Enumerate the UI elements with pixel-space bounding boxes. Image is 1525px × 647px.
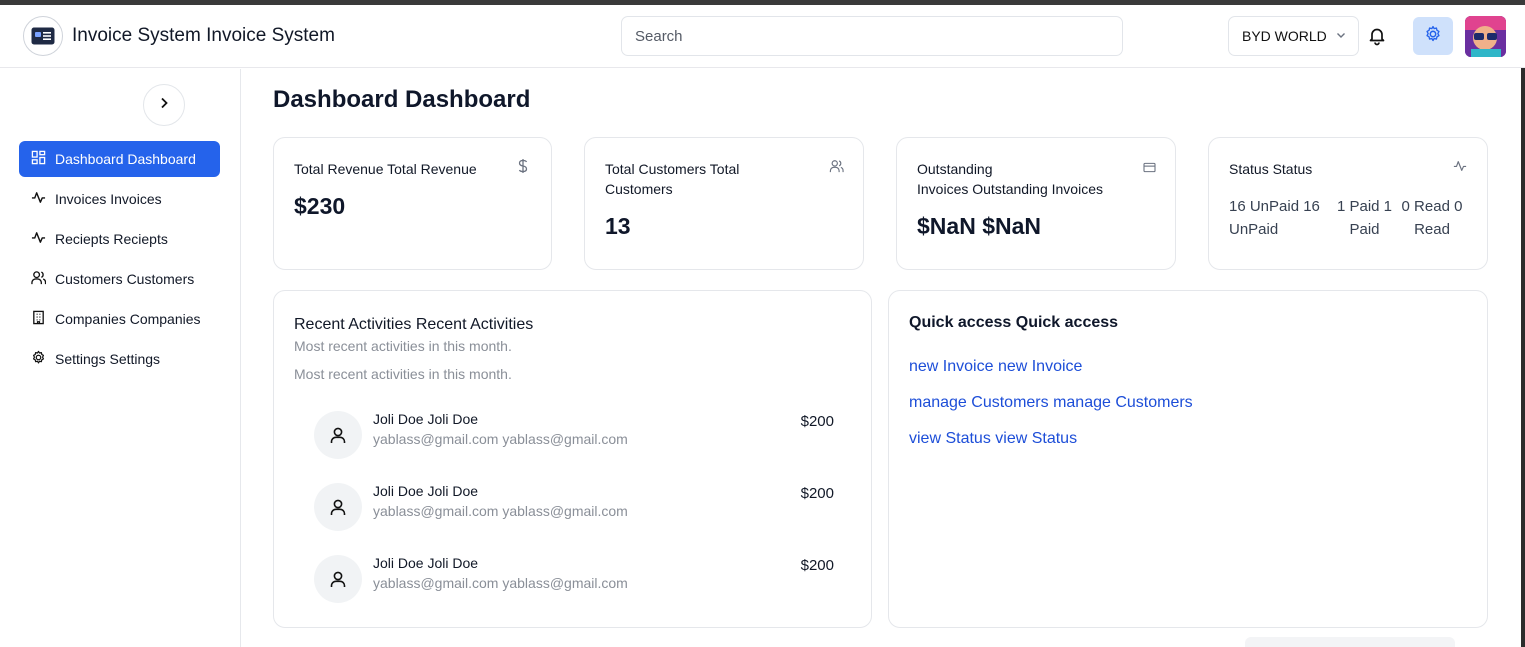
status-line: UnPaid — [1229, 221, 1279, 238]
sidebar-item-settings[interactable]: Settings Settings — [19, 341, 220, 377]
scrollbar[interactable] — [1521, 68, 1525, 647]
activity-amount: $200 — [800, 413, 834, 430]
list-item[interactable]: Joli Doe Joli Doe yablass@gmail.com yabl… — [314, 483, 834, 533]
activities-subtitle: Most recent activities in this month. — [294, 338, 512, 354]
company-selector-label: BYD WORLD — [1242, 28, 1327, 44]
page-title: Dashboard Dashboard — [273, 86, 531, 113]
quick-access-card: Quick access Quick access new Invoice ne… — [888, 290, 1488, 628]
card-value: $NaN $NaN — [917, 213, 1041, 239]
card-title-line: Total Customers Total — [605, 161, 740, 177]
chevron-down-icon — [1335, 28, 1347, 44]
card-value: 13 — [605, 213, 631, 239]
status-line: 1 Paid 1 — [1336, 198, 1393, 215]
card-title: Status Status — [1229, 161, 1313, 177]
activity-icon — [31, 230, 46, 248]
activity-amount: $200 — [800, 485, 834, 502]
activity-name: Joli Doe Joli Doe — [373, 483, 479, 499]
dollar-icon — [517, 158, 529, 179]
sidebar-item-label: Reciepts Reciepts — [55, 231, 168, 247]
activity-name: Joli Doe Joli Doe — [373, 555, 479, 571]
list-item[interactable]: Joli Doe Joli Doe yablass@gmail.com yabl… — [314, 411, 834, 461]
status-unpaid: 16 UnPaid 16 UnPaid — [1229, 195, 1333, 241]
card-icon — [1143, 160, 1156, 178]
bell-icon[interactable] — [1364, 23, 1390, 49]
activities-subtitle: Most recent activities in this month. — [294, 366, 512, 382]
invoice-logo-icon[interactable] — [23, 16, 63, 56]
card-title: Outstanding Invoices Outstanding Invoice… — [917, 159, 1103, 199]
activity-icon — [31, 190, 46, 208]
sidebar: Dashboard Dashboard Invoices Invoices Re… — [0, 69, 241, 647]
activity-icon — [1453, 159, 1467, 178]
top-header: Invoice System Invoice System BYD WORLD — [0, 5, 1525, 68]
total-customers-card: Total Customers Total Customers 13 — [584, 137, 864, 270]
outstanding-invoices-card: Outstanding Invoices Outstanding Invoice… — [896, 137, 1176, 270]
sidebar-toggle-button[interactable] — [143, 84, 185, 126]
settings-button[interactable] — [1413, 17, 1453, 55]
search-input[interactable] — [621, 16, 1123, 56]
status-card: Status Status 16 UnPaid 16 UnPaid 1 Paid… — [1208, 137, 1488, 270]
status-line: Read — [1414, 221, 1450, 238]
dashboard-icon — [31, 150, 46, 168]
sidebar-item-label: Settings Settings — [55, 351, 161, 367]
bottom-toast-edge — [1245, 637, 1455, 647]
user-icon — [314, 483, 362, 531]
sidebar-item-label: Customers Customers — [55, 271, 195, 287]
status-counts: 16 UnPaid 16 UnPaid 1 Paid 1 Paid 0 Read… — [1229, 195, 1468, 241]
activity-amount: $200 — [800, 557, 834, 574]
activity-email: yablass@gmail.com yablass@gmail.com — [373, 431, 628, 447]
sidebar-item-label: Invoices Invoices — [55, 191, 162, 207]
status-line: 0 Read 0 — [1401, 198, 1463, 215]
new-invoice-link[interactable]: new Invoice new Invoice — [909, 358, 1082, 376]
sidebar-item-label: Companies Companies — [55, 311, 201, 327]
card-title-line: Invoices Outstanding Invoices — [917, 181, 1103, 197]
users-icon — [829, 159, 844, 178]
building-icon — [31, 310, 46, 328]
status-line: Paid — [1349, 221, 1380, 238]
total-revenue-card: Total Revenue Total Revenue $230 — [273, 137, 552, 270]
activities-title: Recent Activities Recent Activities — [294, 316, 534, 333]
users-icon — [31, 270, 47, 288]
card-title: Total Customers Total Customers — [605, 159, 739, 199]
activity-email: yablass@gmail.com yablass@gmail.com — [373, 575, 628, 591]
gear-icon — [1424, 25, 1442, 48]
card-title: Total Revenue Total Revenue — [294, 161, 477, 177]
status-paid: 1 Paid 1 Paid — [1333, 195, 1396, 241]
status-read: 0 Read 0 Read — [1396, 195, 1468, 241]
user-icon — [314, 411, 362, 459]
card-title-line: Outstanding — [917, 161, 993, 177]
user-icon — [314, 555, 362, 603]
card-value: $230 — [294, 193, 346, 219]
gear-icon — [31, 350, 46, 368]
sidebar-item-dashboard[interactable]: Dashboard Dashboard — [19, 141, 220, 177]
app-title: Invoice System Invoice System — [72, 25, 335, 46]
avatar[interactable] — [1465, 16, 1506, 57]
card-title-line: Customers — [605, 181, 673, 197]
recent-activities-card: Recent Activities Recent Activities Most… — [273, 290, 872, 628]
sidebar-item-invoices[interactable]: Invoices Invoices — [19, 181, 220, 217]
view-status-link[interactable]: view Status view Status — [909, 430, 1077, 448]
list-item[interactable]: Joli Doe Joli Doe yablass@gmail.com yabl… — [314, 555, 834, 605]
sidebar-item-reciepts[interactable]: Reciepts Reciepts — [19, 221, 220, 257]
company-selector[interactable]: BYD WORLD — [1228, 16, 1359, 56]
manage-customers-link[interactable]: manage Customers manage Customers — [909, 394, 1193, 412]
activity-email: yablass@gmail.com yablass@gmail.com — [373, 503, 628, 519]
quick-access-title: Quick access Quick access — [909, 314, 1119, 331]
activity-name: Joli Doe Joli Doe — [373, 411, 479, 427]
sidebar-item-customers[interactable]: Customers Customers — [19, 261, 220, 297]
sidebar-item-companies[interactable]: Companies Companies — [19, 301, 220, 337]
sidebar-item-label: Dashboard Dashboard — [55, 151, 196, 167]
chevron-right-icon — [157, 96, 171, 115]
status-line: 16 UnPaid 16 — [1229, 198, 1320, 215]
